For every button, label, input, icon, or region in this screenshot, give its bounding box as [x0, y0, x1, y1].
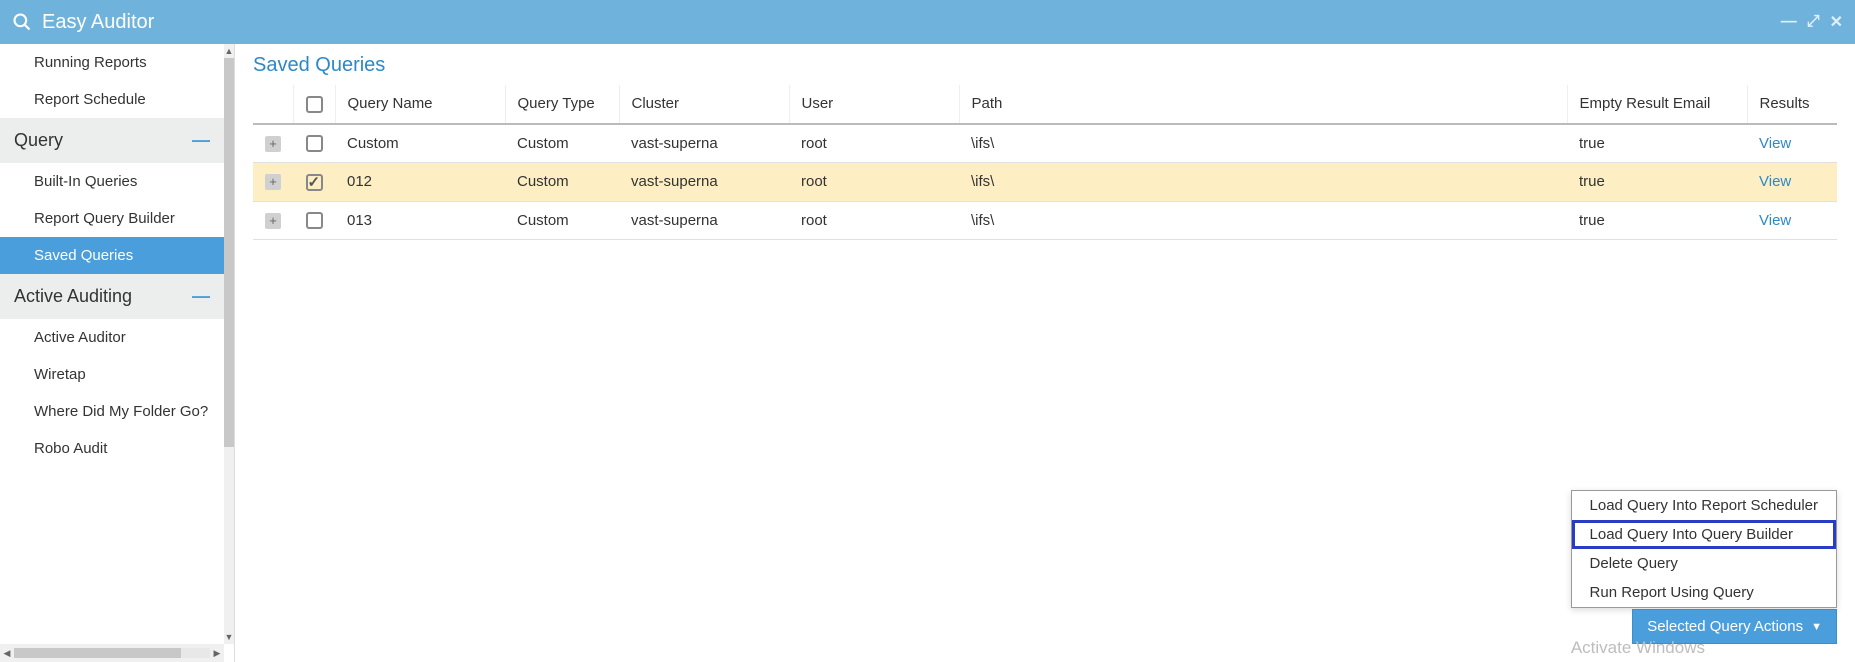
sidebar-horizontal-scrollbar[interactable]: ◀ ▶ [0, 644, 224, 662]
cell-user: root [789, 201, 959, 240]
view-results-link[interactable]: View [1759, 212, 1791, 229]
cell-path: \ifs\ [959, 124, 1567, 163]
header-query-name[interactable]: Query Name [335, 85, 505, 124]
sidebar-group-label: Query [14, 130, 63, 151]
expand-row-icon[interactable]: + [265, 213, 281, 229]
scroll-down-arrow-icon[interactable]: ▼ [224, 630, 234, 644]
row-checkbox[interactable] [306, 212, 323, 229]
scroll-thumb[interactable] [224, 58, 234, 447]
cell-query_type: Custom [505, 124, 619, 163]
sidebar-item[interactable]: Wiretap [0, 356, 224, 393]
sidebar-group-label: Active Auditing [14, 286, 132, 307]
saved-queries-table: Query Name Query Type Cluster User Path … [253, 85, 1837, 240]
sidebar: Running ReportsReport Schedule Query — Bui… [0, 44, 235, 662]
table-row[interactable]: +CustomCustomvast-supernaroot\ifs\trueVi… [253, 124, 1837, 163]
cell-query_type: Custom [505, 201, 619, 240]
restore-icon[interactable]: ⤢ [1807, 13, 1820, 31]
table-row[interactable]: +012Customvast-supernaroot\ifs\true View [253, 163, 1837, 202]
collapse-icon[interactable]: — [192, 286, 210, 307]
header-results[interactable]: Results [1747, 85, 1837, 124]
cell-cluster: vast-superna [619, 124, 789, 163]
cell-query_name: 013 [335, 201, 505, 240]
action-button-label: Selected Query Actions [1647, 618, 1803, 635]
header-empty-email[interactable]: Empty Result Email [1567, 85, 1747, 124]
header-expand [253, 85, 293, 124]
view-results-link[interactable]: View [1759, 135, 1791, 152]
header-checkbox[interactable] [293, 85, 335, 124]
cell-user: root [789, 124, 959, 163]
view-results-link[interactable]: View [1759, 173, 1791, 190]
collapse-icon[interactable]: — [192, 130, 210, 151]
header-user[interactable]: User [789, 85, 959, 124]
titlebar: Easy Auditor — ⤢ ✕ [0, 0, 1855, 44]
sidebar-item[interactable]: Report Schedule [0, 81, 224, 118]
cell-query_type: Custom [505, 163, 619, 202]
cell-path: \ifs\ [959, 201, 1567, 240]
cell-cluster: vast-superna [619, 163, 789, 202]
sidebar-item[interactable]: Report Query Builder [0, 200, 224, 237]
sidebar-group-header[interactable]: Active Auditing — [0, 274, 224, 319]
sidebar-item[interactable]: Running Reports [0, 44, 224, 81]
header-query-type[interactable]: Query Type [505, 85, 619, 124]
sidebar-item[interactable]: Saved Queries [0, 237, 224, 274]
table-header-row: Query Name Query Type Cluster User Path … [253, 85, 1837, 124]
search-icon [12, 12, 32, 32]
window-controls: — ⤢ ✕ [1781, 12, 1843, 32]
cell-user: root [789, 163, 959, 202]
sidebar-item[interactable]: Built-In Queries [0, 163, 224, 200]
header-path[interactable]: Path [959, 85, 1567, 124]
cell-path: \ifs\ [959, 163, 1567, 202]
scroll-up-arrow-icon[interactable]: ▲ [224, 44, 234, 58]
menu-item[interactable]: Load Query Into Query Builder [1572, 520, 1836, 549]
scroll-left-arrow-icon[interactable]: ◀ [0, 648, 14, 659]
cell-query_name: Custom [335, 124, 505, 163]
scroll-right-arrow-icon[interactable]: ▶ [210, 648, 224, 659]
sidebar-vertical-scrollbar[interactable]: ▲ ▼ [224, 44, 234, 644]
cell-empty_email: true [1567, 124, 1747, 163]
sidebar-group-header[interactable]: Query — [0, 118, 224, 163]
close-icon[interactable]: ✕ [1830, 12, 1843, 32]
cell-empty_email: true [1567, 163, 1747, 202]
sidebar-item[interactable]: Where Did My Folder Go? [0, 393, 224, 430]
selected-query-actions-button[interactable]: Selected Query Actions ▼ [1632, 609, 1837, 644]
query-actions-menu: Load Query Into Report SchedulerLoad Que… [1571, 490, 1837, 608]
caret-down-icon: ▼ [1811, 621, 1822, 633]
row-checkbox[interactable] [306, 135, 323, 152]
header-cluster[interactable]: Cluster [619, 85, 789, 124]
cell-query_name: 012 [335, 163, 505, 202]
page-title: Saved Queries [253, 54, 1837, 77]
menu-item[interactable]: Load Query Into Report Scheduler [1572, 491, 1836, 520]
table-row[interactable]: +013Customvast-supernaroot\ifs\true View [253, 201, 1837, 240]
minimize-icon[interactable]: — [1781, 13, 1797, 31]
cell-empty_email: true [1567, 201, 1747, 240]
sidebar-item[interactable]: Robo Audit [0, 430, 224, 467]
main-panel: Saved Queries Query Name Query Type Clus… [235, 44, 1855, 662]
expand-row-icon[interactable]: + [265, 136, 281, 152]
expand-row-icon[interactable]: + [265, 174, 281, 190]
row-checkbox[interactable] [306, 174, 323, 191]
app-title: Easy Auditor [42, 11, 1781, 34]
menu-item[interactable]: Delete Query [1572, 549, 1836, 578]
menu-item[interactable]: Run Report Using Query [1572, 578, 1836, 607]
select-all-checkbox[interactable] [306, 96, 323, 113]
cell-cluster: vast-superna [619, 201, 789, 240]
sidebar-item[interactable]: Active Auditor [0, 319, 224, 356]
scroll-hthumb[interactable] [14, 648, 181, 658]
